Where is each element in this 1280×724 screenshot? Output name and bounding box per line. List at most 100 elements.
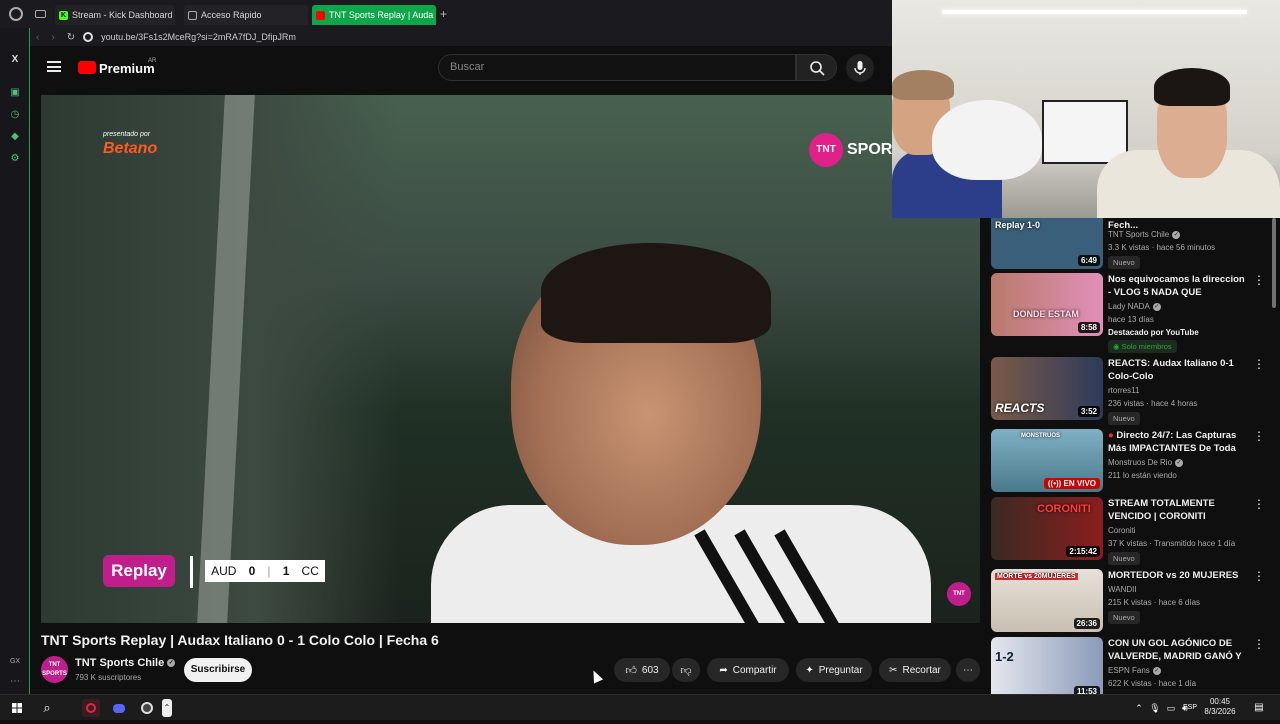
video-thumbnail[interactable]: DONDE ESTAM 8:58	[991, 273, 1103, 336]
video-title[interactable]: STREAM TOTALMENTE VENCIDO | CORONITI	[1108, 497, 1246, 523]
dislike-button[interactable]: 👎︎	[672, 658, 700, 682]
browser-sidebar: X ▣ ◷ ◆ ⚙ GX ⋯	[0, 28, 30, 694]
video-meta: 622 K vistas · hace 1 día	[1108, 679, 1197, 688]
home-goals: 0	[248, 564, 256, 578]
address-bar: ‹ › ↻ youtu.be/3Fs1s2MceRg?si=2mRA7fDJ_D…	[30, 28, 892, 46]
gx-label[interactable]: GX	[9, 656, 21, 668]
extensions-icon[interactable]: ◆	[9, 131, 21, 143]
webcam-overlay	[892, 0, 1280, 218]
overflow-chevron-icon[interactable]: ⌃	[162, 699, 172, 717]
kick-icon: K	[59, 10, 68, 20]
white-hat	[932, 100, 1042, 180]
search-button[interactable]	[796, 54, 837, 81]
channel-name[interactable]: Lady NADA ✓	[1108, 302, 1161, 311]
channel-avatar[interactable]: TNT SPORTS	[41, 656, 68, 683]
search-input[interactable]: Buscar	[438, 54, 796, 81]
verified-icon: ✓	[1172, 230, 1181, 239]
search-icon[interactable]: ⌕	[38, 699, 56, 717]
tab-switch-icon[interactable]	[35, 10, 46, 18]
channel-name[interactable]: Monstruos De Rio ✓	[1108, 458, 1184, 467]
tab-acceso-rapido[interactable]: Acceso Rápido	[184, 5, 308, 25]
voice-search-button[interactable]	[846, 54, 874, 82]
channel-name[interactable]: WANDII	[1108, 585, 1137, 594]
more-icon[interactable]: ⋯	[9, 676, 21, 688]
menu-icon[interactable]	[47, 61, 61, 72]
members-badge: ◉ Solo miembros	[1108, 340, 1177, 353]
x-twitter-icon[interactable]: X	[9, 54, 21, 66]
youtube-icon	[316, 10, 325, 20]
share-icon: ➦	[719, 664, 728, 676]
region-code: AR	[148, 58, 157, 64]
recommendations-panel: Replay 1-0 6:49 - 0 Universidad Católica…	[982, 218, 1280, 694]
scissors-icon: ✂	[889, 664, 898, 676]
video-thumbnail[interactable]: MONSTRUOS ((•)) EN VIVO	[991, 429, 1103, 492]
video-player[interactable]: presentado por Betano TNT SPOR Replay AU…	[41, 95, 980, 623]
wallet-icon[interactable]: ▣	[9, 87, 21, 99]
video-title[interactable]: REACTS: Audax Italiano 0-1 Colo-Colo	[1108, 357, 1246, 383]
video-title[interactable]: CON UN GOL AGÓNICO DE VALVERDE, MADRID G…	[1108, 637, 1246, 663]
viewer-count: 211 lo están viendo	[1108, 471, 1177, 480]
channel-name[interactable]: rtorres11	[1108, 386, 1139, 395]
forward-icon[interactable]: ›	[51, 32, 54, 43]
tnt-logo: TNT	[809, 133, 843, 167]
new-badge: Nuevo	[1108, 552, 1140, 565]
sparkle-icon: ✦	[805, 664, 814, 676]
back-icon[interactable]: ‹	[36, 32, 39, 43]
clock-time: 00:45	[1209, 697, 1231, 706]
divider	[190, 556, 193, 588]
more-options-icon[interactable]: ⋮	[1253, 429, 1265, 443]
video-meta: 236 vistas · hace 4 horas	[1108, 399, 1198, 408]
video-thumbnail[interactable]: MORTE vs 20MUJERES 26:36	[991, 569, 1103, 632]
channel-name[interactable]: TNT Sports Chile ✓	[75, 657, 176, 669]
more-options-icon[interactable]: ⋮	[1253, 497, 1265, 511]
settings-icon[interactable]: ⚙	[9, 153, 21, 165]
channel-name[interactable]: TNT Sports Chile ✓	[1108, 230, 1181, 239]
channel-name[interactable]: Coroniti	[1108, 526, 1136, 535]
tab-label: TNT Sports Replay | Auda	[329, 10, 434, 20]
like-button[interactable]: 👍︎ 603	[614, 658, 670, 682]
more-options-icon[interactable]: ⋮	[1253, 357, 1265, 371]
video-meta: 3.3 K vistas · hace 56 minutos	[1108, 243, 1216, 252]
replay-logo: Replay	[103, 555, 175, 587]
windows-start-icon[interactable]	[8, 699, 26, 717]
mouse-cursor-icon	[588, 668, 604, 684]
ask-button[interactable]: ✦ Preguntar	[796, 658, 872, 682]
video-title[interactable]: ● Directo 24/7: Las Capturas Más IMPACTA…	[1108, 429, 1246, 455]
url-field[interactable]: youtu.be/3Fs1s2MceRg?si=2mRA7fDJ_DfipJRm	[101, 32, 296, 42]
reload-icon[interactable]: ↻	[67, 32, 75, 43]
system-clock[interactable]: 00:45 8/3/2026	[1196, 697, 1244, 717]
subscriber-count: 793 K suscriptores	[75, 673, 142, 682]
tab-kick-dashboard[interactable]: K Stream - Kick Dashboard	[55, 5, 175, 25]
notifications-icon[interactable]: ▤	[1250, 699, 1268, 717]
video-title[interactable]: MORTEDOR vs 20 MUJERES	[1108, 569, 1246, 582]
subscribe-button[interactable]: Suscribirse	[184, 658, 252, 682]
opera-gx-logo-icon[interactable]	[9, 7, 23, 21]
video-thumbnail[interactable]: REACTS 3:52	[991, 357, 1103, 420]
video-thumbnail[interactable]: 1-2 11:53	[991, 637, 1103, 694]
discord-icon[interactable]	[110, 699, 128, 717]
premium-logo[interactable]: Premium	[99, 61, 155, 76]
obs-icon[interactable]	[138, 699, 156, 717]
tab-tnt-sports-replay[interactable]: TNT Sports Replay | Auda	[312, 5, 436, 25]
video-title[interactable]: Nos equivocamos la direccion - VLOG 5 NA…	[1108, 273, 1246, 299]
more-actions-button[interactable]: ⋯	[956, 658, 980, 682]
new-tab-button[interactable]: +	[440, 7, 447, 21]
scrollbar[interactable]	[1272, 218, 1276, 308]
more-options-icon[interactable]: ⋮	[1253, 273, 1265, 287]
whiteboard	[1042, 100, 1128, 164]
more-options-icon[interactable]: ⋮	[1253, 637, 1265, 651]
sponsor-logo: Betano	[103, 140, 158, 157]
opera-gx-taskbar-icon[interactable]	[82, 699, 100, 717]
clip-button[interactable]: ✂ Recortar	[879, 658, 951, 682]
channel-name[interactable]: ESPN Fans ✓	[1108, 666, 1161, 675]
tab-label: Stream - Kick Dashboard	[72, 10, 173, 20]
share-button[interactable]: ➦ Compartir	[707, 658, 789, 682]
video-thumbnail[interactable]: Replay 1-0 6:49	[991, 218, 1103, 269]
thumbs-up-icon: 👍︎	[625, 664, 637, 677]
grid-icon	[188, 10, 197, 20]
clock-date: 8/3/2026	[1204, 707, 1236, 716]
youtube-logo-icon[interactable]	[78, 61, 96, 74]
history-icon[interactable]: ◷	[9, 109, 21, 121]
video-thumbnail[interactable]: CORONITI 2:15:42	[991, 497, 1103, 560]
more-options-icon[interactable]: ⋮	[1253, 569, 1265, 583]
